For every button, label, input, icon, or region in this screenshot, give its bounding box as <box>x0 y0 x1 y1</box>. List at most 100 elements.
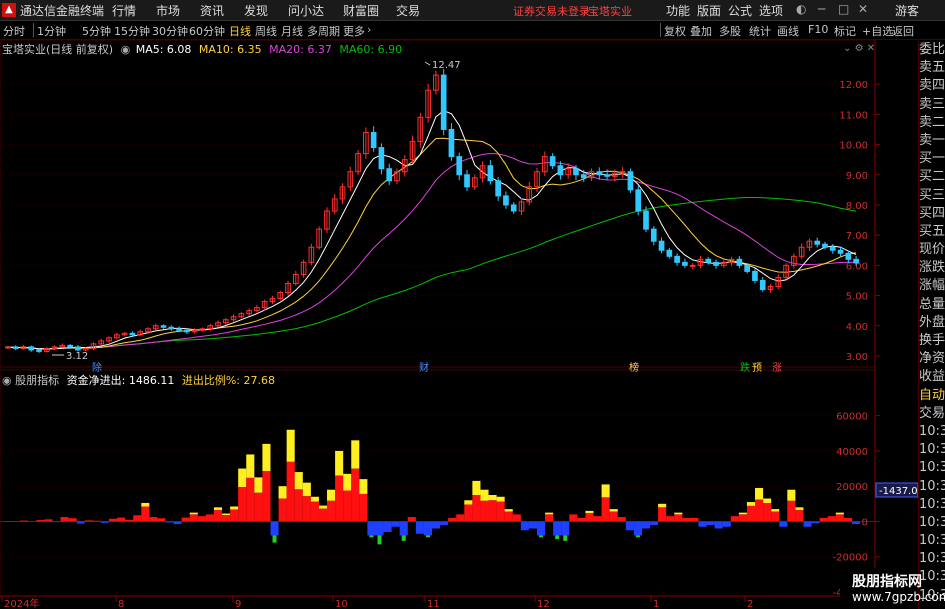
sidebar-item[interactable]: 买一 <box>919 150 945 168</box>
outflow-bar-tail <box>272 535 277 543</box>
inflow-bar <box>246 477 255 522</box>
sidebar-item[interactable]: 10:34 <box>919 514 945 532</box>
outflow-bar <box>76 521 85 524</box>
outflow-bar-tail <box>563 535 568 541</box>
outflow-bar-tail <box>369 535 374 538</box>
candle-body <box>666 249 673 257</box>
low-marker-label: 3.12 <box>66 351 88 362</box>
price-tick-label: 4.00 <box>846 322 868 333</box>
inflow-bar <box>730 516 739 522</box>
sidebar-item[interactable]: 10:33 <box>919 496 945 514</box>
inflow-bar <box>480 500 489 522</box>
gear-icon[interactable]: ⚙ <box>855 43 864 54</box>
inflow-bar <box>351 468 360 522</box>
candle-body <box>682 261 688 266</box>
current-value-text: -1437.08 <box>879 486 918 497</box>
candle-body <box>744 264 750 272</box>
candle-body <box>160 325 167 328</box>
inflow-bar <box>585 512 594 522</box>
inflow-bar-top <box>504 509 513 512</box>
sidebar-item[interactable]: 10:33 <box>919 459 945 477</box>
ma5-label: MA5: 6.08 <box>135 43 192 56</box>
sidebar-item[interactable]: 卖三 <box>919 96 945 114</box>
sidebar-item[interactable]: 买二 <box>919 168 945 186</box>
watermark-title: 股朋指标网 <box>852 574 922 590</box>
inflow-bar <box>117 517 126 522</box>
sidebar-item[interactable]: 10:33 <box>919 478 945 496</box>
sidebar-item[interactable]: 自动 <box>919 387 945 405</box>
kline-chart[interactable]: 12.0011.0010.009.008.007.006.005.004.003… <box>0 0 918 609</box>
sidebar-item[interactable]: 卖四 <box>919 77 945 95</box>
sidebar-item[interactable]: 总量 <box>919 296 945 314</box>
candle-body <box>378 147 385 170</box>
sidebar-item[interactable]: 收益 <box>919 368 945 386</box>
inflow-bar <box>230 509 239 522</box>
inflow-bar <box>569 514 578 522</box>
outflow-bar <box>722 521 731 527</box>
indicator-tick-label: 40000 <box>836 447 868 458</box>
sidebar-item[interactable]: 10:33 <box>919 441 945 459</box>
chevron-down-icon[interactable]: ⌄ <box>843 43 851 54</box>
indicator-pane-frame <box>0 369 876 597</box>
outflow-bar <box>641 521 651 529</box>
inflow-bar <box>108 518 118 522</box>
inflow-bar <box>658 507 667 522</box>
outflow-bar <box>520 521 529 531</box>
inflow-bar <box>20 520 29 522</box>
indicator-tick-label: 60000 <box>836 412 868 423</box>
sidebar-item[interactable]: 买三 <box>919 187 945 205</box>
inflow-bar <box>488 500 497 522</box>
candle-body <box>604 174 610 177</box>
sidebar-item[interactable]: 卖二 <box>919 114 945 132</box>
outflow-bar <box>399 521 408 536</box>
sidebar-item[interactable]: 换手 <box>919 332 945 350</box>
sidebar-item[interactable]: 卖五 <box>919 59 945 77</box>
event-tag: 跌 <box>740 361 750 374</box>
sidebar-item[interactable]: 10:34 <box>919 532 945 550</box>
inflow-bar <box>238 487 247 522</box>
candle-body <box>705 258 712 263</box>
outflow-bar <box>633 521 642 536</box>
sidebar-item[interactable]: 10:33 <box>919 423 945 441</box>
close-icon[interactable]: ✕ <box>867 43 875 54</box>
inflow-bar-top <box>359 479 368 494</box>
sidebar-item[interactable]: 买四 <box>919 205 945 223</box>
inflow-bar-top <box>246 454 255 478</box>
sidebar-item[interactable]: 外盘 <box>919 314 945 332</box>
outflow-bar <box>52 521 61 523</box>
sidebar-item[interactable]: 涨幅 <box>919 277 945 295</box>
sidebar-item[interactable]: 卖一 <box>919 132 945 150</box>
sidebar-item[interactable]: 委比 <box>919 41 945 59</box>
outflow-bar <box>536 521 546 536</box>
inflow-bar <box>827 516 836 522</box>
sidebar-item[interactable]: 交易 <box>919 405 945 423</box>
inflow-bar-top <box>302 482 311 497</box>
candle-body <box>759 279 766 291</box>
outflow-bar <box>811 521 820 524</box>
candle-body <box>184 329 190 333</box>
inflow-bar <box>496 501 505 522</box>
sidebar-item[interactable]: 10:34 <box>919 568 945 586</box>
inflow-bar <box>343 490 352 522</box>
sidebar-item[interactable]: 现价 <box>919 241 945 259</box>
date-tick-label: 2024年 <box>4 597 39 609</box>
inflow-bar <box>310 501 319 522</box>
candle-body <box>487 165 494 182</box>
sidebar-item[interactable]: 净资 <box>919 350 945 368</box>
settings-circle-icon[interactable]: ◉ <box>121 43 131 56</box>
indicator-tick-label: -20000 <box>833 553 868 564</box>
inflow-bar <box>682 517 691 522</box>
inflow-bar-top <box>835 512 844 515</box>
candle-body <box>674 255 680 263</box>
inflow-bar <box>335 475 344 522</box>
sidebar-item[interactable]: 买五 <box>919 223 945 241</box>
ratio-value: 27.68 <box>243 374 276 387</box>
sidebar-item[interactable]: 10:34 <box>919 550 945 568</box>
outflow-bar <box>851 521 860 524</box>
indicator-settings-icon[interactable]: ◉ <box>2 374 12 387</box>
inflow-bar-top <box>472 480 481 496</box>
candle-body <box>814 240 821 245</box>
event-tag: 财 <box>419 361 429 374</box>
inflow-bar <box>690 517 699 522</box>
sidebar-item[interactable]: 涨跌 <box>919 259 945 277</box>
